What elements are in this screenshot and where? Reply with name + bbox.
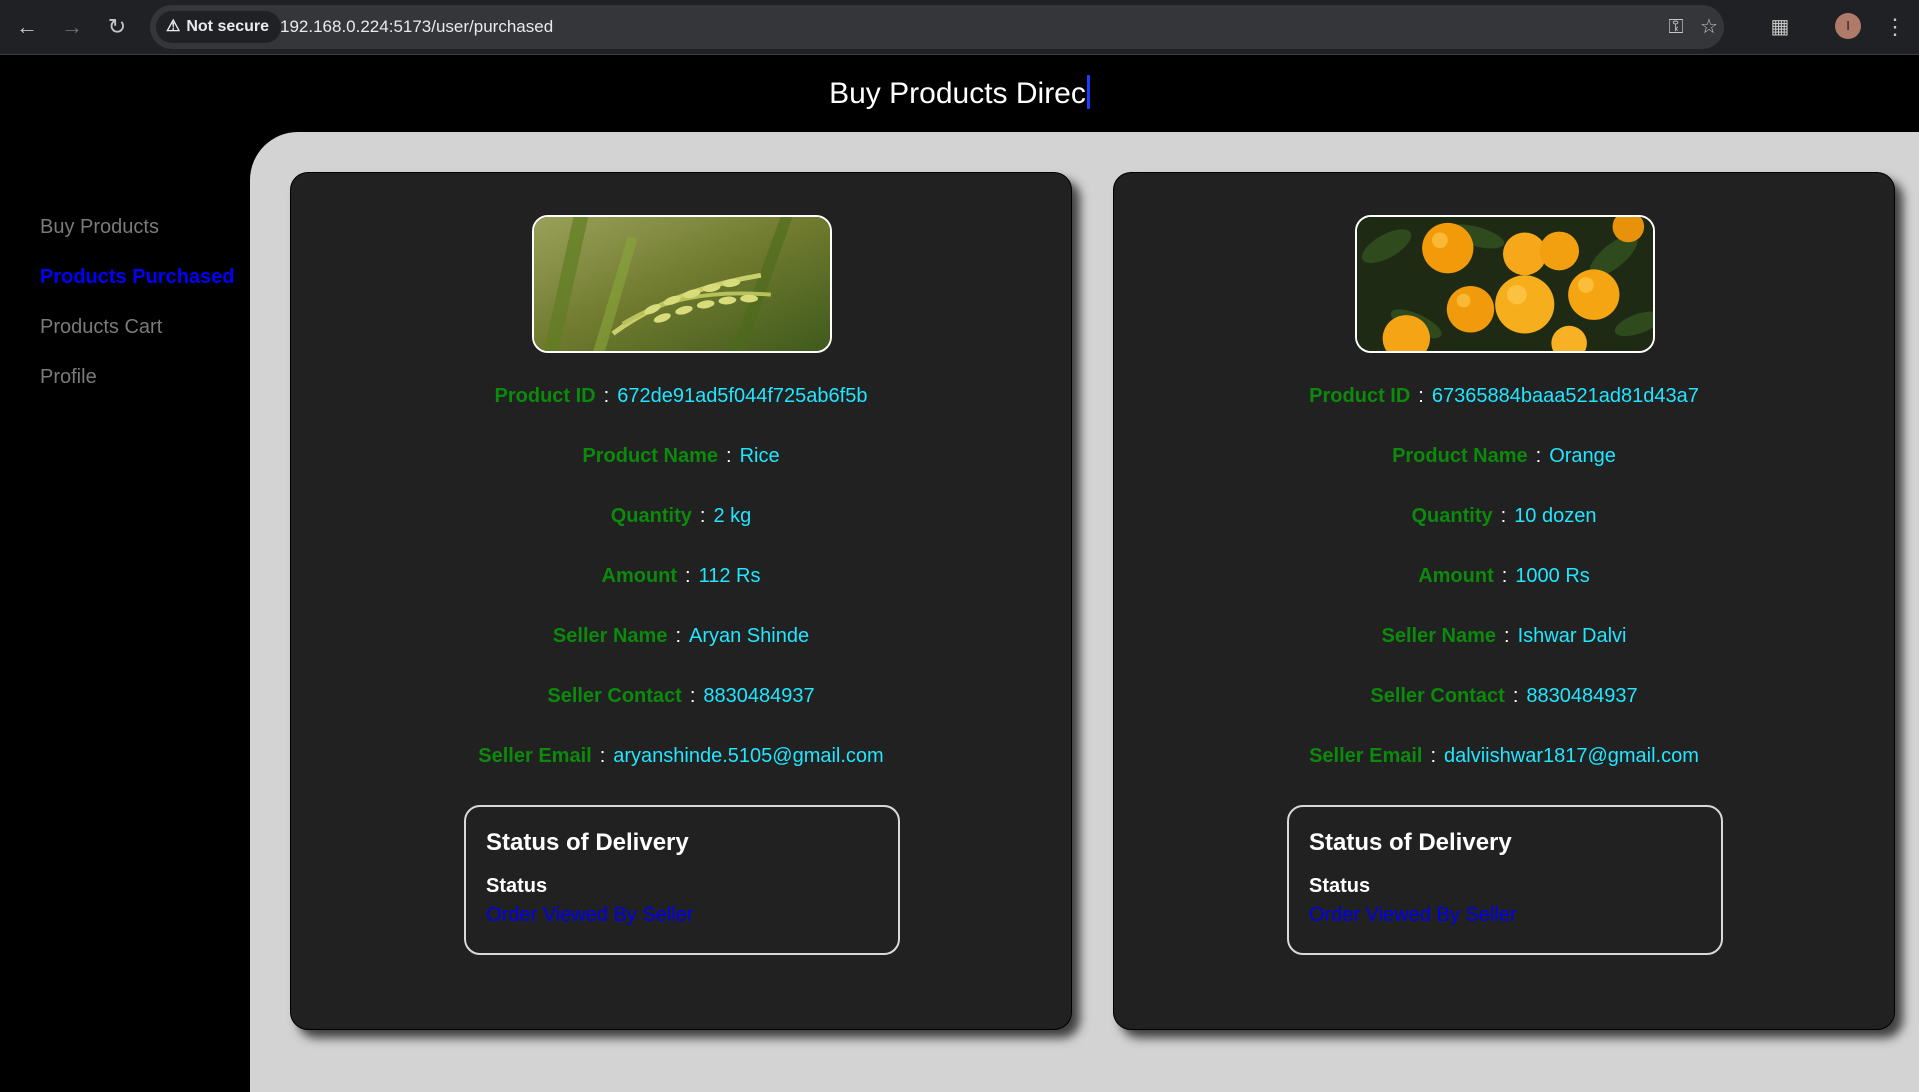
browser-toolbar: ← → ↻ ⚠ Not secure 192.168.0.224:5173/us… [0,0,1919,55]
separator: : [1430,745,1437,767]
status-heading: Status of Delivery [486,829,689,856]
text-cursor [1086,75,1090,109]
status-value: Order Viewed By Seller [1309,904,1517,926]
product-name-value: Orange [1549,445,1616,467]
separator: : [1418,385,1424,407]
seller-email-value: dalviishwar1817@gmail.com [1444,745,1699,767]
seller-email-row: Seller Email: dalviishwar1817@gmail.com [1114,745,1894,768]
separator: : [1512,685,1519,707]
seller-contact-label: Seller Contact [1370,685,1505,707]
seller-contact-row: Seller Contact:8830484937 [291,685,1071,708]
delivery-status-box: Status of Delivery Status Order Viewed B… [464,805,900,955]
separator: : [685,565,691,587]
product-id-row: Product ID:672de91ad5f044f725ab6f5b [291,385,1071,408]
seller-contact-label: Seller Contact [547,685,682,707]
amount-label: Amount [1418,565,1494,587]
extensions-icon[interactable]: ▦ [1763,10,1797,44]
product-id-label: Product ID [1309,385,1411,407]
seller-name-value: Aryan Shinde [689,625,810,647]
seller-email-label: Seller Email [1309,745,1423,767]
quantity-value: 10 dozen [1514,505,1597,527]
quantity-row: Quantity:2 kg [291,505,1071,528]
seller-email-row: Seller Email: aryanshinde.5105@gmail.com [291,745,1071,768]
separator: : [689,685,696,707]
separator: : [1500,505,1507,527]
product-card: Product ID:67365884baaa521ad81d43a7 Prod… [1113,172,1895,1030]
key-icon[interactable]: ⚿ [1660,11,1692,43]
forward-arrow-icon[interactable]: → [55,10,89,44]
amount-value: 1000 Rs [1515,565,1590,587]
seller-name-row: Seller Name: Aryan Shinde [291,625,1071,648]
product-id-value: 672de91ad5f044f725ab6f5b [617,385,868,407]
status-label: Status [486,875,548,897]
product-name-value: Rice [739,445,780,467]
main-panel: Product ID:672de91ad5f044f725ab6f5b Prod… [250,132,1919,1092]
app-title-text: Buy Products Direc [829,77,1086,110]
app-title: Buy Products Direc [0,75,1919,111]
sidebar: Buy Products Products Purchased Products… [0,130,250,402]
product-name-label: Product Name [582,445,718,467]
product-id-row: Product ID:67365884baaa521ad81d43a7 [1114,385,1894,408]
quantity-row: Quantity:10 dozen [1114,505,1894,528]
separator: : [699,505,706,527]
profile-avatar[interactable]: I [1835,13,1861,39]
seller-contact-value: 8830484937 [703,685,815,707]
back-arrow-icon[interactable]: ← [10,10,44,44]
kebab-menu-icon[interactable]: ⋮ [1880,10,1910,44]
seller-email-value: aryanshinde.5105@gmail.com [613,745,884,767]
separator: : [1501,565,1508,587]
product-id-value: 67365884baaa521ad81d43a7 [1431,385,1699,407]
product-name-label: Product Name [1392,445,1528,467]
oranges-image [1355,215,1655,353]
delivery-status-box: Status of Delivery Status Order Viewed B… [1287,805,1723,955]
seller-contact-row: Seller Contact:8830484937 [1114,685,1894,708]
star-icon[interactable]: ☆ [1693,11,1725,43]
product-id-label: Product ID [494,385,596,407]
product-card: Product ID:672de91ad5f044f725ab6f5b Prod… [290,172,1072,1030]
seller-name-row: Seller Name: Ishwar Dalvi [1114,625,1894,648]
quantity-label: Quantity [610,505,692,527]
sidebar-item-products-cart[interactable]: Products Cart [0,302,250,352]
rice-plant-image [532,215,832,353]
status-label: Status [1309,875,1371,897]
sidebar-item-buy-products[interactable]: Buy Products [0,202,250,252]
amount-label: Amount [601,565,678,587]
seller-name-value: Ishwar Dalvi [1517,625,1627,647]
amount-row: Amount:112 Rs [291,565,1071,588]
sidebar-item-profile[interactable]: Profile [0,352,250,402]
separator: : [1535,445,1542,467]
separator: : [675,625,681,647]
address-bar[interactable]: ⚠ Not secure 192.168.0.224:5173/user/pur… [150,5,1724,49]
seller-name-label: Seller Name [1381,625,1497,647]
product-name-row: Product Name: Orange [1114,445,1894,468]
status-value: Order Viewed By Seller [486,904,694,926]
amount-row: Amount:1000 Rs [1114,565,1894,588]
url-text[interactable]: 192.168.0.224:5173/user/purchased [280,5,553,49]
reload-icon[interactable]: ↻ [100,10,134,44]
warning-icon: ⚠ [166,18,181,35]
quantity-label: Quantity [1411,505,1493,527]
separator: : [726,445,732,467]
separator: : [603,385,610,407]
seller-email-label: Seller Email [478,745,592,767]
quantity-value: 2 kg [713,505,752,527]
separator: : [599,745,606,767]
security-chip[interactable]: ⚠ Not secure [156,11,282,43]
product-name-row: Product Name: Rice [291,445,1071,468]
security-label: Not secure [186,18,270,35]
separator: : [1504,625,1510,647]
amount-value: 112 Rs [698,565,761,587]
seller-name-label: Seller Name [552,625,668,647]
status-heading: Status of Delivery [1309,829,1512,856]
seller-contact-value: 8830484937 [1526,685,1638,707]
sidebar-item-products-purchased[interactable]: Products Purchased [0,252,250,302]
